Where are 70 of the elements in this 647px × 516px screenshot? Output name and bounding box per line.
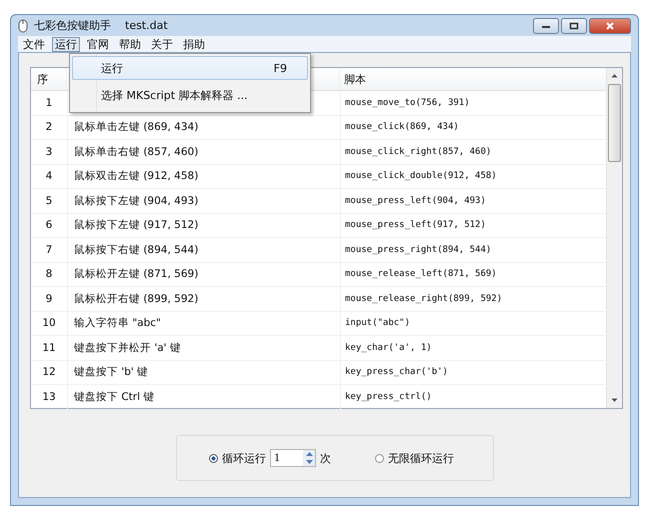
- menu-option[interactable]: 选择 MKScript 脚本解释器 ...: [72, 83, 308, 107]
- minimize-button[interactable]: [533, 18, 559, 34]
- unit-label: 次: [320, 450, 331, 466]
- menu-item[interactable]: 官网: [84, 36, 112, 52]
- row-number: 10: [42, 317, 56, 330]
- row-number: 3: [46, 146, 52, 158]
- action-cell: 键盘按下并松开 'a' 键: [74, 340, 181, 355]
- menu-item[interactable]: 文件: [20, 36, 48, 52]
- script-cell: key_char('a', 1): [345, 342, 432, 353]
- mouse-icon: [18, 18, 28, 32]
- action-cell: 鼠标双击左键 (912, 458): [74, 169, 198, 184]
- scroll-up-icon[interactable]: [611, 73, 618, 78]
- row-number: 6: [46, 219, 52, 232]
- menu-item[interactable]: 捐助: [180, 36, 208, 52]
- script-cell: mouse_move_to(756, 391): [345, 98, 470, 108]
- action-cell: 鼠标松开右键 (899, 592): [74, 292, 198, 306]
- column-header[interactable]: 脚本: [344, 72, 366, 86]
- scroll-thumb[interactable]: [608, 84, 621, 162]
- menu-item[interactable]: 帮助: [116, 36, 144, 52]
- row-number: 5: [46, 194, 52, 207]
- column-header[interactable]: 序: [37, 72, 48, 86]
- action-cell: 鼠标单击右键 (857, 460): [74, 144, 198, 159]
- shortcut-label: F9: [274, 62, 287, 74]
- row-number: 4: [46, 170, 52, 182]
- row-number: 9: [46, 292, 52, 305]
- option-label: 选择 MKScript 脚本解释器 ...: [101, 88, 249, 102]
- radio-button[interactable]: [209, 454, 218, 462]
- spin-arrows-icon[interactable]: [303, 450, 315, 466]
- script-cell: mouse_press_left(917, 512): [345, 220, 486, 230]
- action-cell: 鼠标单击左键 (869, 434): [74, 120, 198, 134]
- row-number: 13: [42, 390, 56, 403]
- row-number: 2: [46, 121, 52, 134]
- option-label: 运行: [101, 60, 124, 76]
- menu-item[interactable]: 运行: [52, 36, 80, 52]
- maximize-icon: [569, 22, 579, 30]
- action-cell: 键盘按下 Ctrl 键: [74, 390, 154, 404]
- menu-option[interactable]: 运行 F9: [72, 56, 308, 80]
- row-number: 12: [42, 366, 56, 378]
- script-cell: mouse_click(869, 434): [345, 122, 459, 132]
- script-cell: mouse_release_right(899, 592): [345, 294, 502, 304]
- row-number: 7: [46, 244, 52, 256]
- menu-item[interactable]: 关于: [148, 36, 176, 52]
- script-cell: key_press_ctrl(): [345, 392, 432, 402]
- option-label[interactable]: 无限循环运行: [388, 450, 454, 466]
- script-cell: input("abc"): [345, 318, 410, 328]
- scroll-down-icon[interactable]: [611, 398, 618, 403]
- action-cell: 鼠标按下左键 (917, 512): [74, 218, 198, 232]
- radio-button[interactable]: [375, 454, 384, 462]
- maximize-button[interactable]: [561, 18, 587, 34]
- action-cell: 鼠标按下左键 (904, 493): [74, 194, 198, 208]
- script-cell: mouse_press_right(894, 544): [345, 244, 492, 255]
- script-cell: mouse_click_double(912, 458): [345, 171, 497, 182]
- script-cell: key_press_char('b'): [345, 367, 448, 378]
- scrollbar[interactable]: [606, 68, 622, 408]
- count-spinner[interactable]: 1: [270, 449, 316, 467]
- script-cell: mouse_press_left(904, 493): [345, 196, 486, 206]
- action-cell: 鼠标按下右键 (894, 544): [74, 242, 198, 257]
- row-number: 8: [46, 268, 52, 280]
- close-button[interactable]: [589, 18, 631, 34]
- row-number: 1: [46, 96, 52, 109]
- row-number: 11: [42, 342, 56, 354]
- close-icon: [605, 22, 615, 30]
- file-name: test.dat: [125, 19, 168, 32]
- script-cell: mouse_release_left(871, 569): [345, 269, 497, 280]
- option-label[interactable]: 循环运行: [222, 450, 266, 466]
- action-cell: 键盘按下 'b' 键: [74, 365, 148, 380]
- window-title: 七彩色按键助手: [34, 18, 111, 33]
- script-cell: mouse_click_right(857, 460): [345, 146, 492, 157]
- action-cell: 鼠标松开左键 (871, 569): [74, 267, 198, 282]
- action-cell: 输入字符串 "abc": [74, 316, 161, 330]
